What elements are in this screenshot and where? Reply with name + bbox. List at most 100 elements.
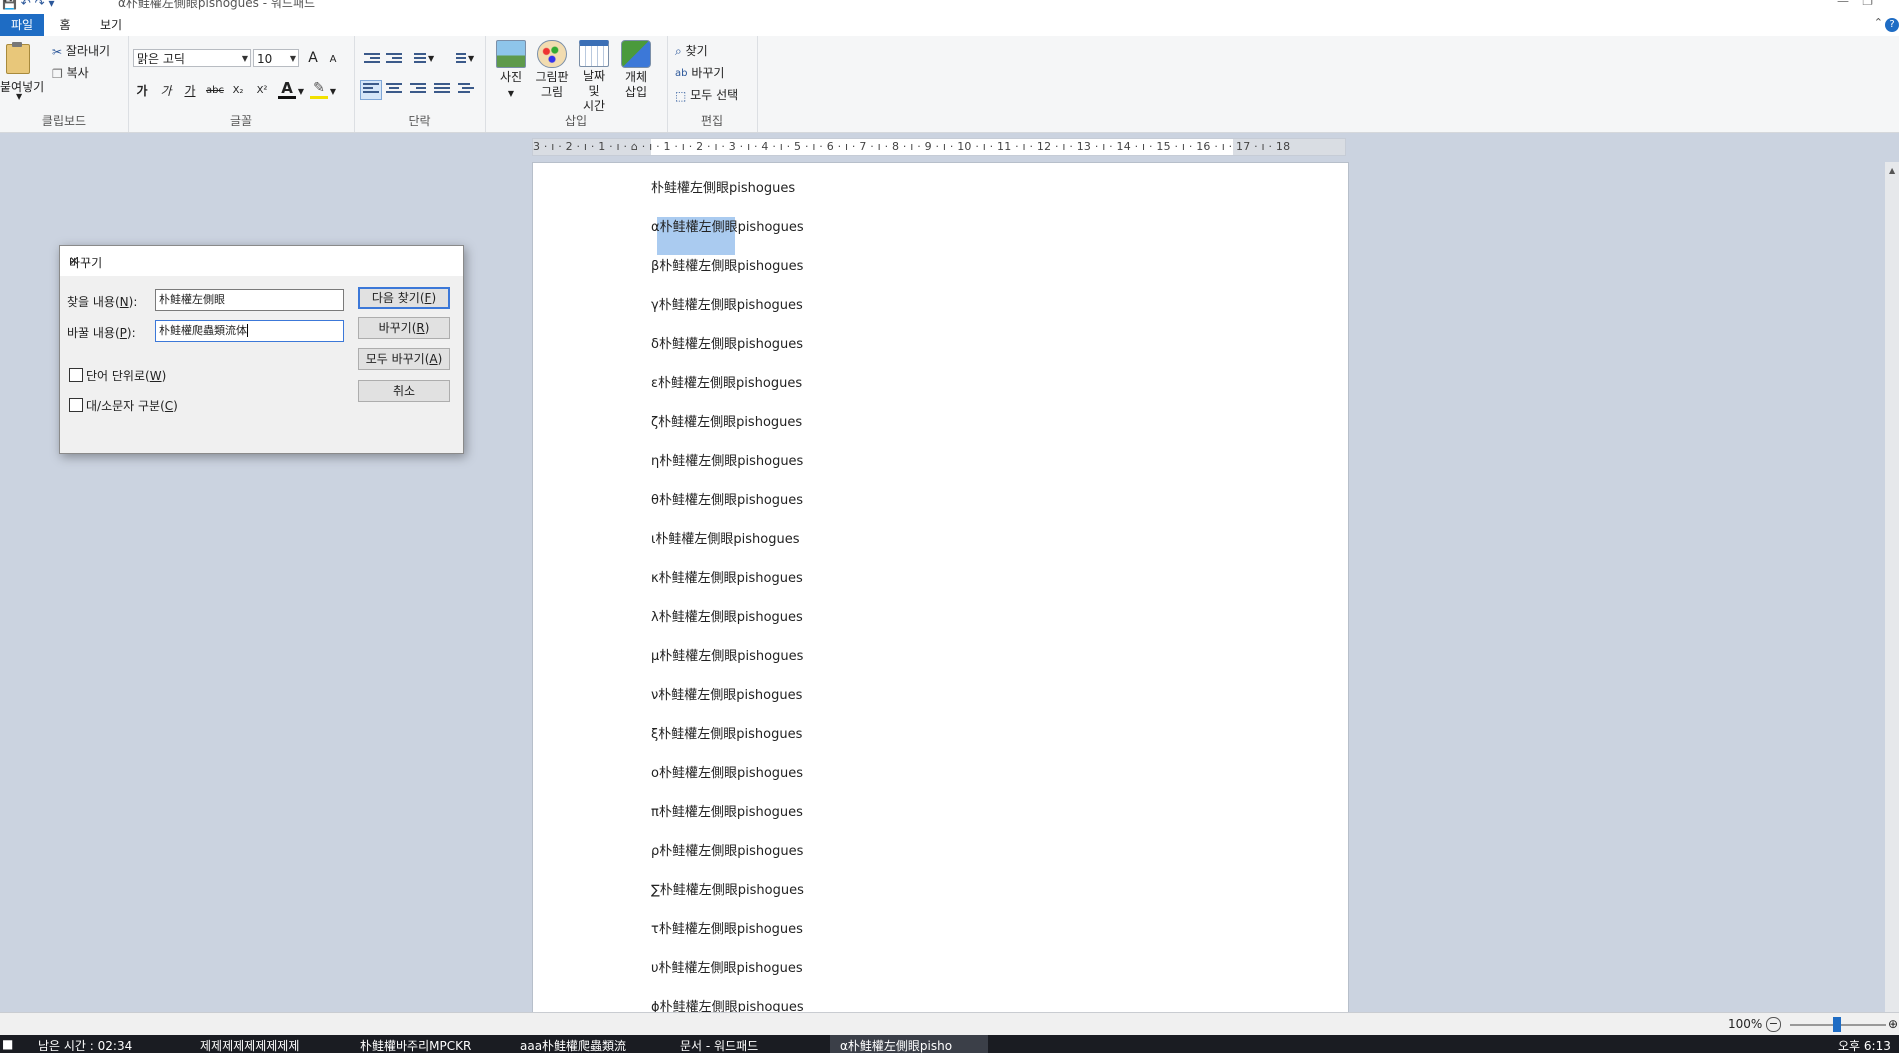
insert-picture-button[interactable]: 사진 ▼ xyxy=(493,40,529,101)
zoom-slider-thumb[interactable] xyxy=(1833,1017,1841,1032)
shrink-font-button[interactable]: A xyxy=(324,51,342,69)
tab-home[interactable]: 홈 xyxy=(52,14,78,36)
paragraph-settings-icon[interactable] xyxy=(458,83,474,97)
paste-dropdown-icon[interactable]: ▼ xyxy=(16,92,22,101)
quick-access-toolbar[interactable]: 💾 ↶ ↷ ▾ xyxy=(2,0,55,10)
document-line[interactable]: τ朴鲑權左側眼pishogues xyxy=(651,918,803,937)
whole-word-label[interactable]: 단어 단위로(W) xyxy=(86,367,166,384)
document-line[interactable]: κ朴鲑權左側眼pishogues xyxy=(651,567,803,586)
insert-object-button[interactable]: 개체 삽입 xyxy=(618,40,654,100)
document-page[interactable]: 朴鲑權左側眼pishogues α朴鲑權左側眼pishogues β朴鲑權左側眼pi… xyxy=(532,162,1349,1014)
taskbar-item[interactable]: 남은 시간 : 02:34 xyxy=(38,1037,132,1053)
tab-view[interactable]: 보기 xyxy=(96,14,126,36)
find-what-input[interactable]: 朴鲑權左側眼 xyxy=(155,289,344,311)
align-left-icon[interactable] xyxy=(360,80,382,100)
line-spacing-icon[interactable] xyxy=(450,53,466,67)
title-bar: 💾 ↶ ↷ ▾ α朴鲑權左側眼pishogues - 워드패드 — ❐ xyxy=(0,0,1899,14)
tab-file[interactable]: 파일 xyxy=(0,14,44,36)
find-what-label: 찾을 내용(N): xyxy=(67,295,138,309)
datetime-label-1: 날짜 및 xyxy=(582,69,606,98)
replace-with-input[interactable]: 朴鲑權爬蟲類流体​ xyxy=(155,320,344,342)
chevron-down-icon[interactable]: ▼ xyxy=(468,54,474,63)
whole-word-checkbox[interactable] xyxy=(69,368,83,382)
document-line[interactable]: υ朴鲑權左側眼pishogues xyxy=(651,957,803,976)
document-line[interactable]: β朴鲑權左側眼pishogues xyxy=(651,255,803,274)
scroll-up-icon[interactable]: ▲ xyxy=(1889,166,1895,175)
taskbar-item[interactable]: 제제제제제제제제제 xyxy=(200,1037,299,1053)
replace-button[interactable]: 바꾸기(R) xyxy=(358,317,450,339)
chevron-down-icon[interactable]: ▼ xyxy=(296,83,306,101)
ribbon-tabs: 파일 홈 보기 ⌃ ? xyxy=(0,14,1899,36)
replace-ribbon-button[interactable]: ab 바꾸기 xyxy=(675,64,724,81)
chevron-down-icon[interactable]: ▼ xyxy=(428,54,434,63)
find-next-button[interactable]: 다음 찾기(F) xyxy=(358,287,450,309)
justify-icon[interactable] xyxy=(434,83,450,97)
close-icon[interactable]: ✕ xyxy=(69,254,455,268)
find-what-value: 朴鲑權左側眼 xyxy=(159,293,225,306)
document-line[interactable]: π朴鲑權左側眼pishogues xyxy=(651,801,803,820)
highlighter-icon[interactable]: ✎ xyxy=(310,80,328,99)
document-line[interactable]: ∑朴鲑權左側眼pishogues xyxy=(651,879,804,898)
cut-button[interactable]: ✂ 잘라내기 xyxy=(52,42,110,59)
chevron-down-icon[interactable]: ▼ xyxy=(328,83,338,101)
picture-label: 사진 xyxy=(499,70,523,84)
document-line[interactable]: η朴鲑權左側眼pishogues xyxy=(651,450,803,469)
replace-text: 바꾸기( xyxy=(378,321,417,335)
start-button[interactable]: ■ xyxy=(2,1037,13,1051)
match-case-label[interactable]: 대/소문자 구분(C) xyxy=(86,397,178,414)
subscript-button[interactable]: X₂ xyxy=(229,82,247,100)
align-right-icon[interactable] xyxy=(410,83,426,97)
document-line[interactable]: ε朴鲑權左側眼pishogues xyxy=(651,372,802,391)
document-line[interactable]: 朴鲑權左側眼pishogues xyxy=(651,177,795,196)
zoom-out-button[interactable]: − xyxy=(1766,1017,1781,1032)
replace-all-button[interactable]: 모두 바꾸기(A) xyxy=(358,348,450,370)
document-line[interactable]: θ朴鲑權左側眼pishogues xyxy=(651,489,803,508)
font-family-select[interactable]: 맑은 고딕 ▼ xyxy=(133,49,251,67)
document-line[interactable]: ι朴鲑權左側眼pishogues xyxy=(651,528,800,547)
italic-button[interactable]: 가 xyxy=(157,82,175,100)
ruler[interactable]: 3 · ı · 2 · ı · 1 · ı · ⌂ · ı · 1 · ı · … xyxy=(532,138,1346,156)
align-center-icon[interactable] xyxy=(386,83,402,97)
taskbar-item[interactable]: 문서 - 워드패드 xyxy=(680,1037,758,1053)
document-line[interactable]: α朴鲑權左側眼pishogues xyxy=(651,216,804,235)
document-line[interactable]: δ朴鲑權左側眼pishogues xyxy=(651,333,803,352)
collapse-ribbon-icon[interactable]: ⌃ xyxy=(1874,16,1883,29)
document-line[interactable]: ρ朴鲑權左側眼pishogues xyxy=(651,840,803,859)
document-line[interactable]: λ朴鲑權左側眼pishogues xyxy=(651,606,803,625)
taskbar-item[interactable]: α朴鲑權左側眼pisho xyxy=(840,1037,952,1053)
select-all-button[interactable]: ⬚ 모두 선택 xyxy=(675,86,738,103)
document-line[interactable]: ν朴鲑權左側眼pishogues xyxy=(651,684,802,703)
document-line[interactable]: ο朴鲑權左側眼pishogues xyxy=(651,762,803,781)
maximize-button[interactable]: ❐ xyxy=(1862,0,1873,8)
underline-button[interactable]: 가 xyxy=(181,82,199,100)
minimize-button[interactable]: — xyxy=(1837,0,1849,8)
select-all-label: 모두 선택 xyxy=(690,88,739,102)
taskbar-item[interactable]: aaa朴鲑權爬蟲類流 xyxy=(520,1037,626,1053)
document-line[interactable]: γ朴鲑權左側眼pishogues xyxy=(651,294,803,313)
editing-group-label: 편집 xyxy=(700,114,724,128)
zoom-in-button[interactable]: ⊕ xyxy=(1888,1017,1898,1031)
find-button[interactable]: ⌕ 찾기 xyxy=(675,42,708,59)
strikethrough-button[interactable]: abc xyxy=(204,82,226,100)
taskbar-item[interactable]: 朴鲑權바주리MPCKR xyxy=(360,1037,471,1053)
paste-icon[interactable] xyxy=(6,42,30,74)
match-case-checkbox[interactable] xyxy=(69,398,83,412)
document-line[interactable]: ζ朴鲑權左側眼pishogues xyxy=(651,411,802,430)
font-size-select[interactable]: 10 ▼ xyxy=(253,49,299,67)
cancel-button[interactable]: 취소 xyxy=(358,380,450,402)
paint-drawing-button[interactable]: 그림판 그림 xyxy=(534,40,570,100)
document-line[interactable]: μ朴鲑權左側眼pishogues xyxy=(651,645,803,664)
font-color-button[interactable]: A xyxy=(278,80,296,99)
document-line[interactable]: ξ朴鲑權左側眼pishogues xyxy=(651,723,802,742)
copy-button[interactable]: ❐ 복사 xyxy=(52,64,89,81)
date-time-button[interactable]: 날짜 및 시간 xyxy=(576,40,612,114)
vertical-scrollbar[interactable]: ▲ xyxy=(1885,162,1899,1012)
bullet-list-icon[interactable] xyxy=(410,53,426,67)
help-icon[interactable]: ? xyxy=(1885,18,1899,32)
superscript-button[interactable]: X² xyxy=(253,82,271,100)
decrease-indent-icon[interactable] xyxy=(364,53,380,67)
taskbar-clock[interactable]: 오후 6:13 xyxy=(1838,1037,1891,1053)
grow-font-button[interactable]: A xyxy=(304,49,322,67)
increase-indent-icon[interactable] xyxy=(386,53,402,67)
bold-button[interactable]: 가 xyxy=(133,82,151,100)
